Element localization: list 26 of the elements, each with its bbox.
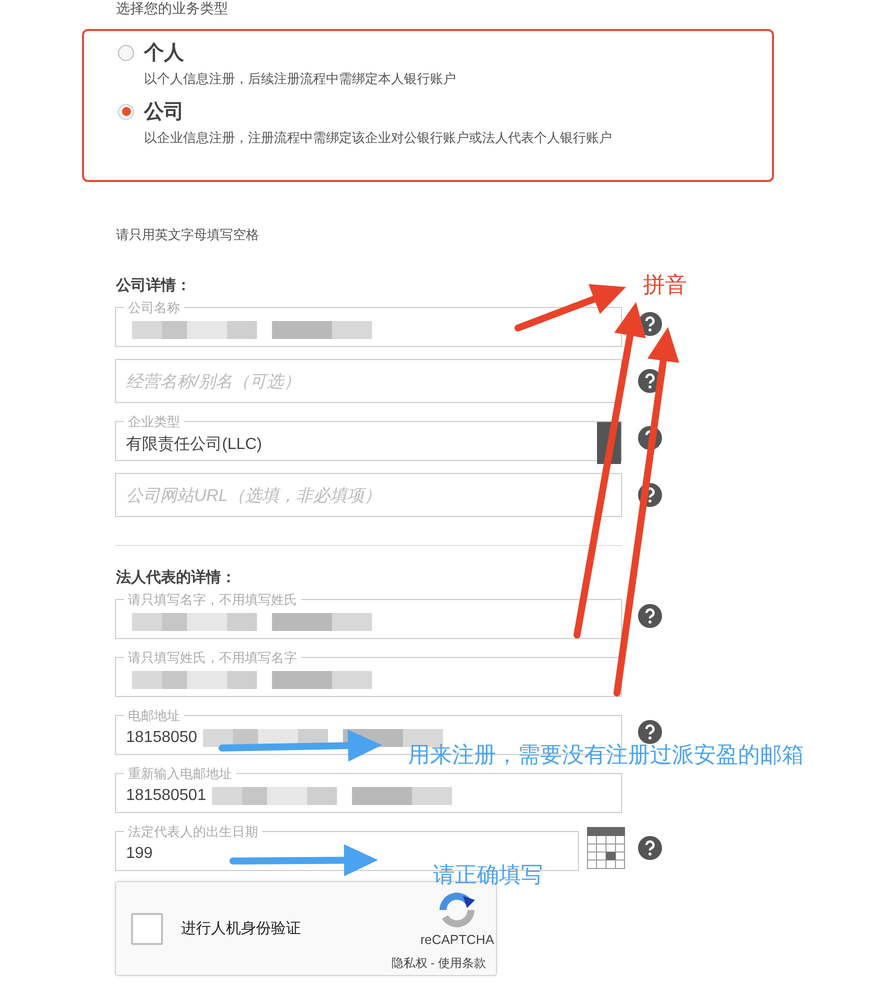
option-title: 个人 xyxy=(144,41,184,66)
instruction-text: 请只用英文字母填写空格 xyxy=(116,226,260,244)
calendar-icon[interactable] xyxy=(587,827,625,869)
option-description: 以个人信息注册，后续注册流程中需绑定本人银行账户 xyxy=(144,70,457,88)
placeholder-text: 经营名称/别名（可选） xyxy=(126,370,301,392)
captcha-checkbox[interactable] xyxy=(131,912,163,944)
help-icon[interactable] xyxy=(638,426,662,450)
captcha-footer-links[interactable]: 隐私权 - 使用条款 xyxy=(391,955,486,972)
placeholder-text: 公司网站URL（选填，非必填项） xyxy=(126,484,382,506)
recaptcha-logo-icon xyxy=(437,890,478,930)
input-field[interactable]: 重新输入电邮地址 181580501 xyxy=(115,767,622,813)
captcha-brand: reCAPTCHA xyxy=(420,932,494,947)
help-icon[interactable] xyxy=(638,720,662,744)
section-heading: 公司详情： xyxy=(116,276,191,295)
option-title: 公司 xyxy=(144,100,184,125)
help-icon[interactable] xyxy=(638,604,662,628)
section-heading: 法人代表的详情： xyxy=(116,568,236,587)
annotation-text: 拼音 xyxy=(643,271,687,299)
radio-button[interactable] xyxy=(118,44,134,60)
section-label: 选择您的业务类型 xyxy=(116,0,229,16)
help-icon[interactable] xyxy=(638,483,662,507)
radio-button[interactable] xyxy=(118,104,134,120)
help-icon[interactable] xyxy=(638,836,662,860)
captcha-label: 进行人机身份验证 xyxy=(181,919,301,938)
option-description: 以企业信息注册，注册流程中需绑定该企业对公银行账户或法人代表个人银行账户 xyxy=(144,129,613,147)
input-field[interactable]: 企业类型 有限责任公司(LLC) xyxy=(115,415,622,461)
